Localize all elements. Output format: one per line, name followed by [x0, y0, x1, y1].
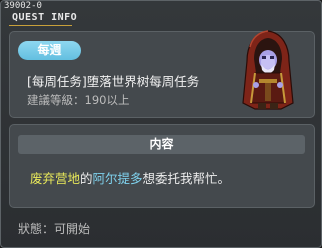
quest-name: [每周任务]堕落世界树每周任务	[27, 74, 200, 89]
window-title: QUEST INFO	[12, 12, 78, 23]
description-text: 想委托我帮忙。	[142, 171, 231, 186]
content-header: 内容	[18, 135, 305, 154]
quest-description: 废弃营地的阿尔提多想委托我帮忙。	[30, 168, 230, 187]
quest-id-label: 39002-0	[4, 1, 42, 11]
npc-name-highlight: 阿尔提多	[92, 171, 143, 186]
quest-info-window: 39002-0 QUEST INFO 每週 [每周任务]堕落世界树每周任务 建議…	[0, 0, 322, 248]
location-highlight: 废弃营地	[30, 171, 81, 186]
quest-status: 狀態：可開始	[18, 222, 91, 236]
recommended-level: 建議等級：190以上	[27, 93, 130, 107]
title-underline	[9, 25, 72, 26]
description-text: 的	[80, 171, 93, 186]
weekly-badge: 每週	[18, 41, 81, 60]
hooded-red-cloak-npc-icon	[242, 30, 294, 110]
